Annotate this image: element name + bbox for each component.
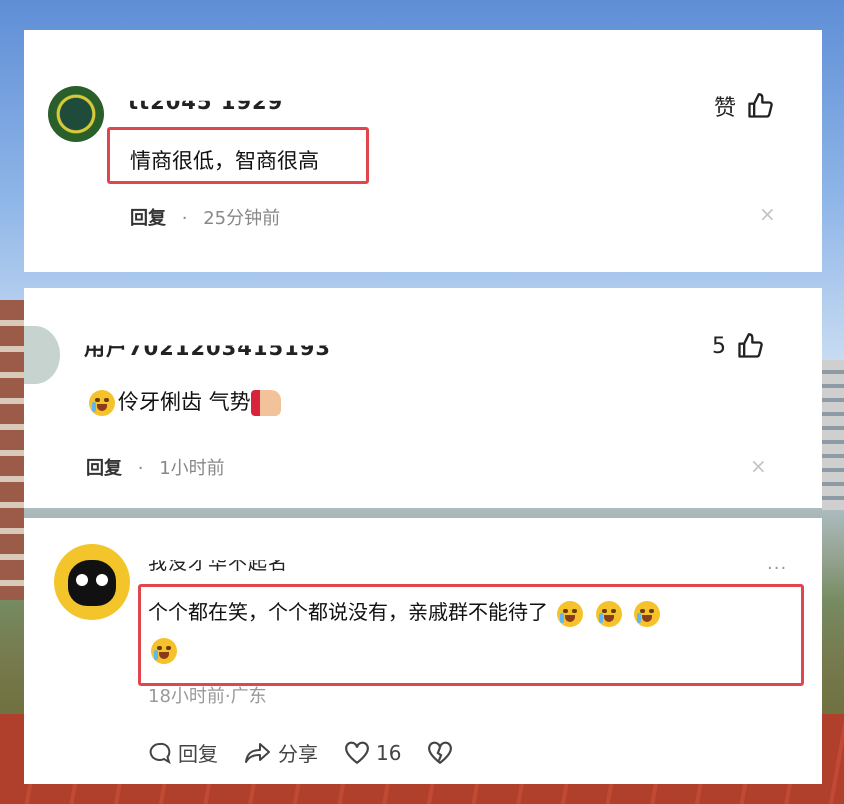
close-icon[interactable]: × [759, 202, 776, 226]
comment-text: 伶牙俐齿 气势 [118, 390, 251, 414]
laughing-crying-emoji-icon [89, 390, 115, 416]
like-button[interactable]: 16 [344, 741, 401, 765]
highlight-box [138, 584, 804, 686]
comment-meta: 回复 · 1小时前 [86, 454, 225, 480]
comment-bubble-icon [149, 742, 171, 764]
highlight-box [107, 127, 369, 184]
background-building-right [822, 360, 844, 510]
like-label: 赞 [714, 96, 737, 121]
share-arrow-icon [245, 742, 270, 763]
timestamp: 1小时前 [159, 458, 225, 479]
separator: · [181, 208, 188, 229]
like-button[interactable]: 5 [712, 332, 764, 360]
reply-label: 回复 [178, 742, 218, 766]
avatar[interactable] [24, 326, 60, 384]
heart-icon [345, 741, 369, 764]
share-button[interactable]: 分享 [244, 738, 318, 767]
thumbs-up-emoji-icon [250, 390, 281, 416]
more-options-icon[interactable]: ··· [767, 558, 787, 579]
username[interactable]: 我没才华不起名 [148, 560, 288, 575]
reply-button[interactable]: 回复 [86, 458, 122, 479]
black-cat-avatar-icon [68, 560, 116, 606]
comment-meta: 回复 · 25分钟前 [130, 204, 280, 230]
username[interactable]: tt2045 1929 [128, 101, 283, 114]
share-label: 分享 [278, 742, 318, 766]
avatar[interactable] [48, 86, 104, 142]
close-icon[interactable]: × [750, 454, 767, 478]
comment-card-1: tt2045 1929 赞 情商很低，智商很高 回复 · 25分钟前 × [24, 30, 822, 272]
thumbs-up-icon [748, 93, 773, 118]
comment-line: 伶牙俐齿 气势 [86, 386, 281, 416]
action-bar: 回复 分享 16 [148, 738, 453, 767]
username[interactable]: 用户7021203415193 [84, 346, 331, 363]
reply-button[interactable]: 回复 [148, 738, 218, 767]
reply-button[interactable]: 回复 [130, 208, 166, 229]
dislike-button[interactable] [427, 741, 453, 765]
separator: · [137, 458, 144, 479]
comment-card-3: 我没才华不起名 ··· 个个都在笑，个个都说没有，亲戚群不能待了 18小时前·广… [24, 518, 822, 784]
avatar[interactable] [54, 544, 130, 620]
time-location: 18小时前·广东 [148, 686, 267, 707]
background-building-left [0, 300, 24, 600]
broken-heart-icon [428, 741, 453, 764]
thumbs-up-icon [738, 333, 763, 358]
like-count: 5 [712, 333, 726, 359]
comment-card-2: 用户7021203415193 5 伶牙俐齿 气势 回复 · 1小时前 × [24, 288, 822, 508]
like-count: 16 [376, 740, 402, 765]
timestamp: 25分钟前 [203, 208, 281, 229]
like-button[interactable]: 赞 [714, 90, 774, 122]
